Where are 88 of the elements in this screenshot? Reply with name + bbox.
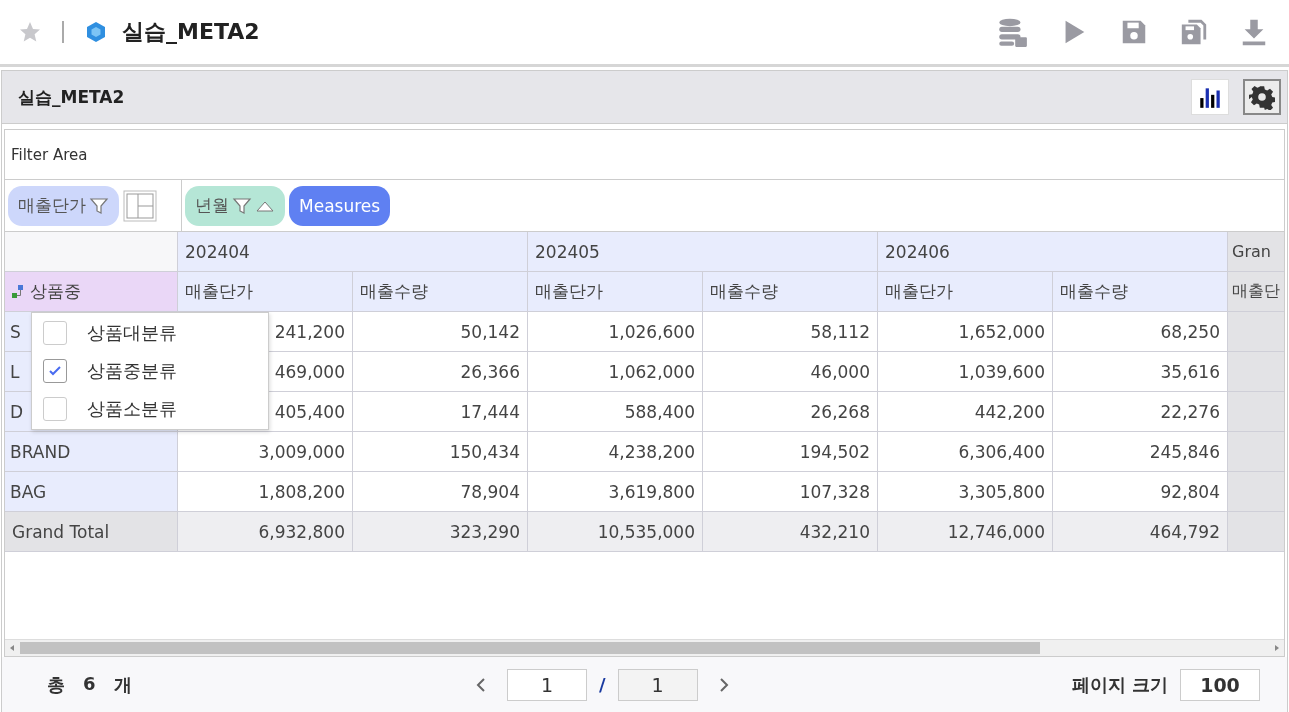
value-cell: 46,000 xyxy=(703,352,878,392)
field-pill[interactable]: 매출단가 xyxy=(8,185,119,226)
row-label: BRAND xyxy=(5,432,178,472)
settings-icon xyxy=(1249,84,1275,110)
value-cell: 432,210 xyxy=(703,512,878,552)
cube-icon xyxy=(84,20,108,44)
filter-icon[interactable] xyxy=(232,195,252,216)
filter-icon[interactable] xyxy=(89,195,109,216)
page-input[interactable]: 1 xyxy=(507,668,587,701)
value-cell: 245,846 xyxy=(1053,432,1228,472)
measure-header: 매출단가 xyxy=(878,272,1053,312)
value-cell: 1,062,000 xyxy=(528,352,703,392)
value-cell: 17,444 xyxy=(353,392,528,432)
value-cell: 1,808,200 xyxy=(178,472,353,512)
pill-label: 매출단가 xyxy=(18,194,86,217)
scroll-left-icon[interactable] xyxy=(8,644,16,652)
pill-label: 년월 xyxy=(195,194,229,217)
row-label: BAG xyxy=(5,472,178,512)
row-field-header: 상품중 xyxy=(30,280,81,303)
value-cell: 3,305,800 xyxy=(878,472,1053,512)
value-cell: 1,026,600 xyxy=(528,312,703,352)
check-icon xyxy=(48,364,62,378)
total-count: 6 xyxy=(83,672,96,696)
page-size-label: 페이지 크기 xyxy=(1071,672,1168,697)
value-cell: 107,328 xyxy=(703,472,878,512)
next-page-icon[interactable] xyxy=(717,676,730,693)
dropdown-item-label: 상품대분류 xyxy=(87,321,177,345)
column-group-header: 202406 xyxy=(878,232,1228,272)
value-cell: 4,238,200 xyxy=(528,432,703,472)
value-cell: 1,039,600 xyxy=(878,352,1053,392)
column-group-header: 202405 xyxy=(528,232,878,272)
previous-page-icon[interactable] xyxy=(475,676,487,693)
dropdown-item-label: 상품소분류 xyxy=(87,397,177,421)
value-cell: 323,290 xyxy=(353,512,528,552)
count-unit: 개 xyxy=(113,672,132,697)
panel-title: 실습_META2 xyxy=(18,85,125,109)
value-cell: 26,366 xyxy=(353,352,528,392)
filter-area-label: Filter Area xyxy=(11,145,88,164)
total-pages: 1 xyxy=(617,668,698,701)
value-cell: 464,792 xyxy=(1053,512,1228,552)
document-title: 실습_META2 xyxy=(122,18,260,46)
value-cell: 3,619,800 xyxy=(528,472,703,512)
measure-header: 매출단 xyxy=(1228,272,1284,312)
value-cell: 35,616 xyxy=(1053,352,1228,392)
value-cell: 10,535,000 xyxy=(528,512,703,552)
value-cell: 6,306,400 xyxy=(878,432,1053,472)
value-cell: 3,009,000 xyxy=(178,432,353,472)
pill-label: Measures xyxy=(299,195,381,216)
chart-button[interactable] xyxy=(1191,79,1229,115)
star-icon[interactable] xyxy=(18,20,42,44)
dropdown-item-label: 상품중분류 xyxy=(87,359,177,383)
measure-header: 매출수량 xyxy=(703,272,878,312)
measure-header: 매출단가 xyxy=(528,272,703,312)
field-pill[interactable]: Measures xyxy=(289,185,391,226)
page-size-input[interactable]: 100 xyxy=(1180,668,1260,701)
value-cell: 50,142 xyxy=(353,312,528,352)
value-cell: 26,268 xyxy=(703,392,878,432)
value-cell: 588,400 xyxy=(528,392,703,432)
horizontal-scrollbar[interactable] xyxy=(5,639,1284,656)
field-pill[interactable]: 년월 xyxy=(185,185,285,226)
value-cell: 78,904 xyxy=(353,472,528,512)
scroll-right-icon[interactable] xyxy=(1273,644,1281,652)
hierarchy-icon[interactable] xyxy=(12,284,24,299)
value-cell: 6,932,800 xyxy=(178,512,353,552)
value-cell: 22,276 xyxy=(1053,392,1228,432)
page-separator: / xyxy=(599,674,606,695)
value-cell: 58,112 xyxy=(703,312,878,352)
value-cell: 442,200 xyxy=(878,392,1053,432)
value-cell: 1,652,000 xyxy=(878,312,1053,352)
column-group-header: 202404 xyxy=(178,232,528,272)
layout-icon[interactable] xyxy=(123,189,157,222)
value-cell: 150,434 xyxy=(353,432,528,472)
value-cell: 92,804 xyxy=(1053,472,1228,512)
column-group-header: Gran xyxy=(1228,232,1284,272)
measure-header: 매출단가 xyxy=(178,272,353,312)
value-cell: 68,250 xyxy=(1053,312,1228,352)
row-label: Grand Total xyxy=(5,512,178,552)
measure-header: 매출수량 xyxy=(353,272,528,312)
total-label: 총 xyxy=(47,672,65,697)
checkbox[interactable] xyxy=(43,321,67,345)
measure-header: 매출수량 xyxy=(1053,272,1228,312)
settings-button[interactable] xyxy=(1243,79,1281,115)
checkbox[interactable] xyxy=(43,397,67,421)
value-cell: 12,746,000 xyxy=(878,512,1053,552)
checkbox[interactable] xyxy=(43,359,67,383)
scrollbar-thumb[interactable] xyxy=(20,642,1040,654)
save-all-icon[interactable] xyxy=(1179,17,1209,47)
value-cell: 194,502 xyxy=(703,432,878,472)
